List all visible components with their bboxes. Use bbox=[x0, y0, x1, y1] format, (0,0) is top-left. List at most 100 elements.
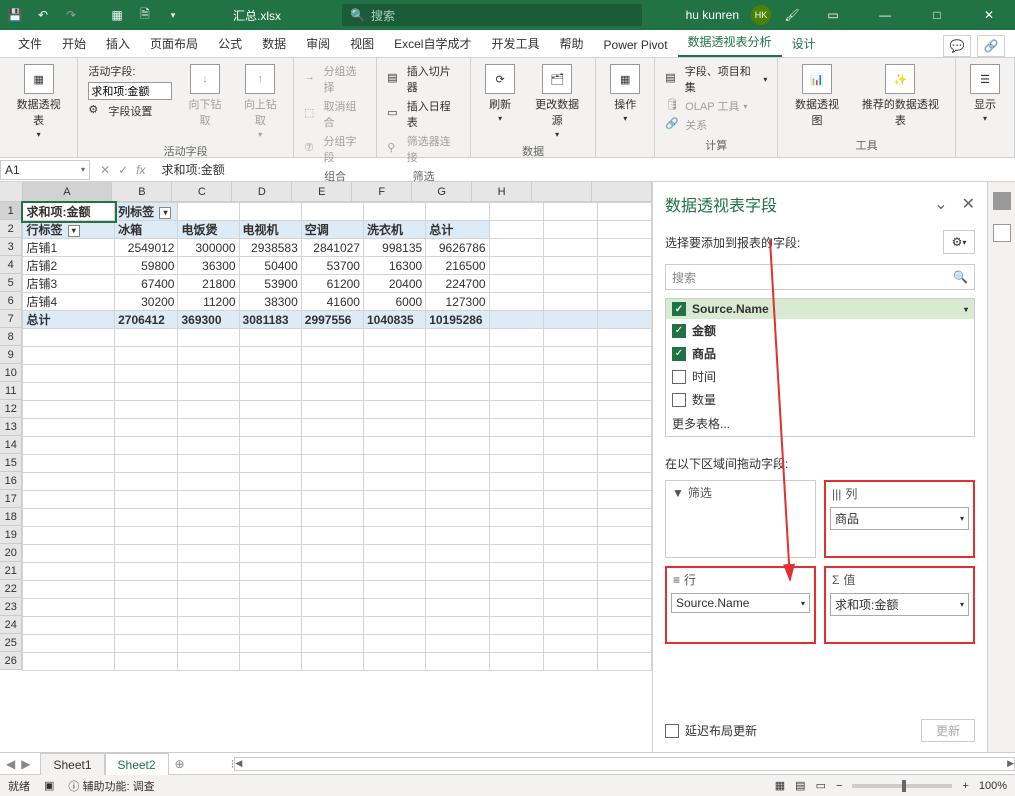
tab-数据透视表分析[interactable]: 数据透视表分析 bbox=[678, 28, 782, 57]
update-button[interactable]: 更新 bbox=[921, 719, 975, 742]
undo-icon[interactable]: ↶ bbox=[34, 6, 52, 24]
row-header-25[interactable]: 25 bbox=[0, 634, 22, 652]
recommended-pivot-button[interactable]: ✨推荐的数据透视表 bbox=[854, 62, 947, 130]
row-header-13[interactable]: 13 bbox=[0, 418, 22, 436]
field-checkbox[interactable] bbox=[672, 393, 686, 407]
qat-more-icon[interactable]: ▾ bbox=[164, 6, 182, 24]
share-button[interactable]: 🔗 bbox=[977, 35, 1005, 57]
name-box[interactable]: A1▾ bbox=[0, 160, 90, 180]
tab-开发工具[interactable]: 开发工具 bbox=[481, 30, 549, 57]
zoom-in-icon[interactable]: + bbox=[962, 780, 968, 792]
col-header-D[interactable]: D bbox=[232, 182, 292, 202]
enter-formula-icon[interactable]: ✓ bbox=[118, 163, 128, 177]
row-header-8[interactable]: 8 bbox=[0, 328, 22, 346]
side-icon-2[interactable] bbox=[993, 224, 1011, 242]
refresh-button[interactable]: ⟳刷新▾ bbox=[479, 62, 521, 125]
maximize-icon[interactable]: □ bbox=[917, 0, 957, 30]
pivot-chart-button[interactable]: 📊数据透视图 bbox=[786, 62, 847, 130]
qat-icon-2[interactable]: 🗎 bbox=[136, 6, 154, 24]
col-area-item[interactable]: 商品▾ bbox=[830, 507, 969, 530]
actions-button[interactable]: ▦操作▾ bbox=[604, 62, 646, 125]
row-header-20[interactable]: 20 bbox=[0, 544, 22, 562]
fx-icon[interactable]: fx bbox=[136, 163, 145, 177]
sheet-nav-next-icon[interactable]: ▶ bbox=[21, 757, 30, 771]
qat-icon-1[interactable]: ▦ bbox=[108, 6, 126, 24]
row-header-15[interactable]: 15 bbox=[0, 454, 22, 472]
field-时间[interactable]: 时间 bbox=[666, 365, 974, 388]
col-header-H[interactable]: H bbox=[472, 182, 532, 202]
row-header-2[interactable]: 2 bbox=[0, 220, 22, 238]
show-button[interactable]: ☰显示▾ bbox=[964, 62, 1006, 125]
values-area[interactable]: Σ值 求和项:金额▾ bbox=[824, 566, 975, 644]
field-商品[interactable]: ✓商品 bbox=[666, 342, 974, 365]
brush-icon[interactable]: 🖌 bbox=[783, 6, 801, 24]
accessibility-icon[interactable]: ⓘ bbox=[68, 781, 79, 793]
comments-button[interactable]: 💬 bbox=[943, 35, 971, 57]
field-checkbox[interactable] bbox=[672, 370, 686, 384]
side-icon-1[interactable] bbox=[993, 192, 1011, 210]
tab-帮助[interactable]: 帮助 bbox=[550, 30, 594, 57]
row-header-26[interactable]: 26 bbox=[0, 652, 22, 670]
view-break-icon[interactable]: ▭ bbox=[816, 779, 826, 792]
field-金额[interactable]: ✓金额 bbox=[666, 319, 974, 342]
sheet-tab-Sheet1[interactable]: Sheet1 bbox=[40, 753, 104, 775]
row-header-6[interactable]: 6 bbox=[0, 292, 22, 310]
col-header-G[interactable]: G bbox=[412, 182, 472, 202]
field-checkbox[interactable]: ✓ bbox=[672, 347, 686, 361]
field-settings-button[interactable]: ⚙字段设置 bbox=[86, 102, 174, 120]
more-tables-link[interactable]: 更多表格... bbox=[666, 411, 974, 436]
worksheet-grid[interactable]: ABCDEFGH 1234567891011121314151617181920… bbox=[0, 182, 652, 752]
pivottable-button[interactable]: ▦ 数据透视表 ▾ bbox=[8, 62, 69, 141]
row-header-11[interactable]: 11 bbox=[0, 382, 22, 400]
insert-slicer-button[interactable]: ▤插入切片器 bbox=[385, 62, 462, 96]
tab-页面布局[interactable]: 页面布局 bbox=[140, 30, 208, 57]
field-数量[interactable]: 数量 bbox=[666, 388, 974, 411]
tab-插入[interactable]: 插入 bbox=[96, 30, 140, 57]
redo-icon[interactable]: ↷ bbox=[62, 6, 80, 24]
search-box[interactable]: 🔍 搜索 bbox=[342, 4, 642, 26]
col-header-A[interactable]: A bbox=[23, 182, 113, 202]
val-area-item[interactable]: 求和项:金额▾ bbox=[830, 593, 969, 616]
filter-area[interactable]: ▼筛选 bbox=[665, 480, 816, 558]
col-header-F[interactable]: F bbox=[352, 182, 412, 202]
sheet-tab-Sheet2[interactable]: Sheet2 bbox=[105, 753, 169, 775]
horizontal-scrollbar[interactable] bbox=[234, 757, 1015, 771]
row-header-4[interactable]: 4 bbox=[0, 256, 22, 274]
row-header-21[interactable]: 21 bbox=[0, 562, 22, 580]
row-header-12[interactable]: 12 bbox=[0, 400, 22, 418]
pane-close-icon[interactable]: ✕ bbox=[962, 194, 975, 214]
tab-公式[interactable]: 公式 bbox=[208, 30, 252, 57]
ribbon-display-icon[interactable]: ▭ bbox=[813, 0, 853, 30]
tab-开始[interactable]: 开始 bbox=[52, 30, 96, 57]
view-normal-icon[interactable]: ▦ bbox=[775, 779, 785, 792]
field-checkbox[interactable]: ✓ bbox=[672, 324, 686, 338]
close-icon[interactable]: ✕ bbox=[969, 0, 1009, 30]
row-header-17[interactable]: 17 bbox=[0, 490, 22, 508]
row-header-5[interactable]: 5 bbox=[0, 274, 22, 292]
record-macro-icon[interactable]: ▣ bbox=[44, 779, 54, 792]
save-icon[interactable]: 💾 bbox=[6, 6, 24, 24]
change-source-button[interactable]: 🗂更改数据源▾ bbox=[527, 62, 587, 141]
defer-checkbox[interactable] bbox=[665, 724, 679, 738]
field-Source.Name[interactable]: ✓Source.Name▾ bbox=[666, 299, 974, 319]
row-header-7[interactable]: 7 bbox=[0, 310, 22, 328]
zoom-label[interactable]: 100% bbox=[979, 780, 1007, 792]
pane-collapse-icon[interactable]: ⌄ bbox=[934, 194, 947, 214]
tab-设计[interactable]: 设计 bbox=[782, 30, 826, 57]
row-header-19[interactable]: 19 bbox=[0, 526, 22, 544]
row-header-24[interactable]: 24 bbox=[0, 616, 22, 634]
zoom-out-icon[interactable]: − bbox=[836, 780, 842, 792]
col-header-C[interactable]: C bbox=[172, 182, 232, 202]
pane-gear-button[interactable]: ⚙▾ bbox=[943, 230, 975, 254]
select-all-corner[interactable] bbox=[0, 182, 23, 202]
row-header-3[interactable]: 3 bbox=[0, 238, 22, 256]
row-area-item[interactable]: Source.Name▾ bbox=[671, 593, 810, 613]
col-header-E[interactable]: E bbox=[292, 182, 352, 202]
fields-items-button[interactable]: ▤字段、项目和集 ▾ bbox=[663, 62, 769, 96]
columns-area[interactable]: |||列 商品▾ bbox=[824, 480, 975, 558]
row-header-22[interactable]: 22 bbox=[0, 580, 22, 598]
tab-Power Pivot[interactable]: Power Pivot bbox=[594, 33, 678, 57]
col-header-B[interactable]: B bbox=[112, 182, 172, 202]
tab-视图[interactable]: 视图 bbox=[340, 30, 384, 57]
row-header-23[interactable]: 23 bbox=[0, 598, 22, 616]
